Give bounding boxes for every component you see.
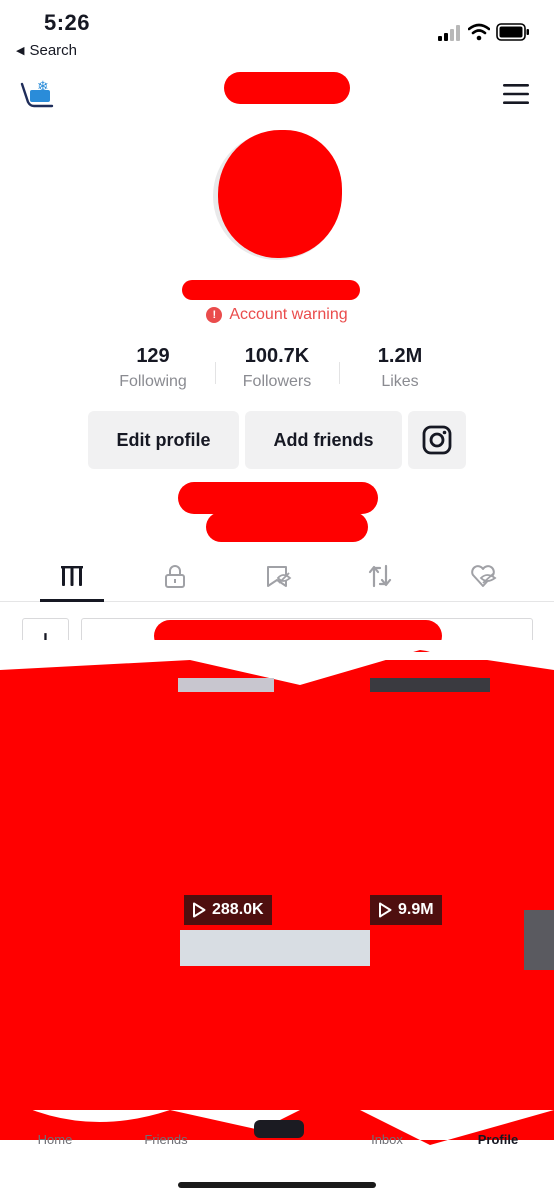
likes-count: 1.2M — [377, 345, 423, 367]
video-views-count: 288.0K — [212, 901, 264, 918]
nav-friends[interactable]: Friends — [121, 1132, 211, 1147]
nav-profile[interactable]: Profile — [453, 1132, 543, 1147]
likes-stat[interactable]: 1.2M Likes — [338, 345, 462, 391]
add-friends-button[interactable]: Add friends — [245, 411, 402, 469]
redacted-bio-line-2 — [206, 512, 368, 542]
active-tab-indicator — [40, 599, 104, 602]
redacted-handle — [182, 280, 360, 300]
wifi-icon — [468, 23, 490, 41]
reposts-tab-icon[interactable] — [366, 562, 394, 590]
videos-grid-tab-icon[interactable] — [58, 562, 86, 590]
instagram-icon — [422, 425, 452, 455]
redacted-avatar — [218, 130, 342, 258]
back-to-search-link[interactable]: ◀ Search — [16, 42, 77, 59]
redaction-scribble — [0, 640, 554, 1160]
menu-icon[interactable] — [502, 82, 530, 106]
video-views-badge: 9.9M — [370, 895, 442, 925]
following-count: 129 — [136, 345, 170, 367]
svg-text:❄: ❄ — [37, 79, 49, 95]
home-indicator — [178, 1182, 376, 1188]
status-time: 5:26 — [44, 10, 91, 35]
creator-tools-icon[interactable]: ❄ — [18, 76, 56, 112]
back-arrow-icon: ◀ — [16, 45, 25, 57]
play-icon — [379, 902, 392, 918]
following-label: Following — [119, 373, 187, 390]
warning-icon: ! — [206, 307, 223, 323]
edit-profile-button[interactable]: Edit profile — [88, 411, 239, 469]
following-stat[interactable]: 129 Following — [91, 345, 215, 391]
followers-label: Followers — [242, 373, 312, 390]
favorites-hidden-tab-icon[interactable] — [264, 562, 292, 590]
account-warning-link[interactable]: ! Account warning — [0, 306, 554, 324]
video-views-count: 9.9M — [398, 901, 434, 918]
redacted-bio-line-1 — [178, 482, 378, 514]
followers-count: 100.7K — [244, 345, 310, 367]
liked-hidden-tab-icon[interactable] — [469, 562, 497, 590]
battery-icon — [496, 23, 529, 41]
followers-stat[interactable]: 100.7K Followers — [215, 345, 339, 391]
nav-inbox[interactable]: Inbox — [342, 1132, 432, 1147]
likes-label: Likes — [381, 373, 419, 390]
back-label: Search — [29, 42, 77, 59]
redacted-username-header — [224, 72, 350, 104]
account-warning-label: Account warning — [229, 306, 348, 323]
video-views-badge: 288.0K — [184, 895, 272, 925]
private-videos-tab-icon[interactable] — [161, 562, 189, 590]
cellular-signal-icon — [438, 25, 460, 41]
nav-home[interactable]: Home — [10, 1132, 100, 1147]
play-icon — [193, 902, 206, 918]
instagram-button[interactable] — [408, 411, 466, 469]
